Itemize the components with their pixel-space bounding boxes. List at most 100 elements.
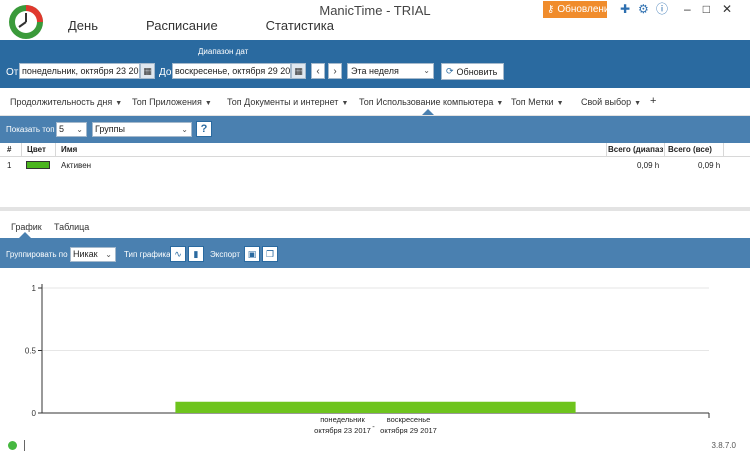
bar [175,401,576,413]
export-label: Экспорт [210,250,241,259]
date-range-bar: Диапазон дат От понедельник, октября 23 … [0,40,750,88]
refresh-button[interactable]: ⟳ Обновить [441,63,504,80]
chevron-down-icon: ⌄ [423,66,430,75]
status-separator [24,440,25,451]
report-toolbar: Показать топ 5 ⌄ Группы ⌄ ? [0,116,750,143]
chevron-down-icon: ⌄ [181,125,188,134]
group-by-select[interactable]: Никак ⌄ [70,247,116,262]
caret-down-icon: ▼ [204,100,212,107]
row-total-all: 0,09 h [698,161,721,170]
chevron-right-icon: › [333,65,337,77]
tab-label: Свой выбор [581,97,632,107]
line-chart-icon[interactable]: ∿ [170,246,186,262]
group-by-value: Никак [73,249,98,259]
previous-range-button[interactable]: ‹ [311,63,325,79]
tab-label: Продолжительность дня [10,97,113,107]
key-icon: ⚷ [547,4,555,15]
help-button[interactable]: ? [196,121,212,137]
caret-down-icon: ▼ [634,100,642,107]
date-range-label: Диапазон дат [198,47,249,56]
minimize-icon[interactable]: – [684,3,691,15]
tab-top-applications[interactable]: Топ Приложения ▼ [132,97,212,107]
y-tick-label: 0 [32,409,37,418]
tab-label: Топ Приложения [132,97,202,107]
caret-down-icon: ▼ [496,100,504,107]
period-select[interactable]: Эта неделя ⌄ [347,63,434,79]
tab-chart[interactable]: График [11,222,42,232]
next-range-button[interactable]: › [328,63,342,79]
from-calendar-icon[interactable]: ▦ [140,63,155,79]
col-header-color[interactable]: Цвет [27,145,46,154]
col-header-index[interactable]: # [7,145,11,154]
chart-type-label: Тип графика [124,250,171,259]
save-icon[interactable]: ▣ [244,246,260,262]
nav-item-schedule[interactable]: Расписание [146,18,218,33]
tab-top-documents[interactable]: Топ Документы и интернет ▼ [227,97,348,107]
table-row[interactable]: 1 Активен 0,09 h 0,09 h [0,157,750,175]
view-tabs: График Таблица [0,211,750,238]
col-header-name[interactable]: Имя [61,145,77,154]
row-color-swatch [26,161,50,169]
show-top-select[interactable]: 5 ⌄ [56,122,87,137]
update-button-label: Обновление [557,4,616,15]
close-icon[interactable]: ✕ [722,3,732,15]
chevron-down-icon: ⌄ [76,125,83,134]
tab-label: Топ Использование компьютера [359,97,494,107]
show-top-label: Показать топ [6,125,55,134]
row-total-range: 0,09 h [637,161,660,170]
title-bar: День Расписание Статистика ManicTime - T… [0,0,750,40]
chart-area: 1 0.5 0 понедельник октября 23 2017- воскресе… [0,268,750,436]
x-tick-label: воскресенье [387,415,431,424]
show-top-value: 5 [59,124,65,134]
plugin-icon[interactable]: ✚ [620,3,632,15]
y-tick-label: 1 [32,284,37,293]
row-index: 1 [7,161,12,170]
update-button[interactable]: ⚷ Обновление [543,1,615,18]
caret-down-icon: ▼ [115,100,123,107]
col-header-total-range[interactable]: Всего (диапазон) [608,145,663,154]
maximize-icon[interactable]: □ [703,3,710,15]
status-bar: 3.8.7.0 [0,436,750,455]
from-date-field[interactable]: понедельник, октября 23 2017 [19,63,140,79]
period-select-value: Эта неделя [351,66,399,76]
to-label: До [159,67,172,78]
results-table: # Цвет Имя Всего (диапазон) Всего (все) … [0,143,750,175]
tab-table[interactable]: Таблица [54,222,89,232]
status-indicator-icon[interactable] [8,441,17,450]
chevron-left-icon: ‹ [316,65,320,77]
active-tab-indicator [422,109,434,115]
y-tick-label: 0.5 [25,347,37,356]
tab-top-tags[interactable]: Топ Метки ▼ [511,97,564,107]
to-calendar-icon[interactable]: ▦ [291,63,306,79]
x-tick-label: октября 23 2017 [314,426,371,435]
group-select[interactable]: Группы ⌄ [92,122,192,137]
group-by-label: Группировать по [6,250,68,259]
x-tick-label: - [372,422,375,431]
gear-icon[interactable]: ⚙ [638,3,650,15]
tab-day-duration[interactable]: Продолжительность дня ▼ [10,97,122,107]
caret-down-icon: ▼ [556,100,564,107]
chart-toolbar: Группировать по Никак ⌄ Тип графика ∿ ▮ … [0,238,750,268]
refresh-button-label: Обновить [456,66,498,77]
tab-top-computer-usage[interactable]: Топ Использование компьютера ▼ [359,97,503,107]
report-tabs: Продолжительность дня ▼ Топ Приложения ▼ Т… [0,88,750,116]
info-icon[interactable]: ⓘ [656,3,668,15]
window-controls: – □ ✕ [684,3,732,15]
caret-down-icon: ▼ [341,100,349,107]
bar-chart-icon[interactable]: ▮ [188,246,204,262]
tab-label: Топ Метки [511,97,554,107]
table-header: # Цвет Имя Всего (диапазон) Всего (все) [0,143,750,157]
add-tab-icon[interactable]: + [650,95,656,107]
top-icons: ✚ ⚙ ⓘ [620,3,668,15]
to-date-field[interactable]: воскресенье, октября 29 2017 [172,63,291,79]
bar-chart: 1 0.5 0 понедельник октября 23 2017 - воскресе… [25,284,710,435]
nav-item-statistics[interactable]: Статистика [266,18,334,33]
group-select-value: Группы [95,124,125,134]
tab-custom[interactable]: Свой выбор ▼ [581,97,641,107]
col-header-total-all[interactable]: Всего (все) [668,145,712,154]
tab-label: Топ Документы и интернет [227,97,339,107]
version-label: 3.8.7.0 [711,441,736,450]
refresh-icon: ⟳ [446,66,454,76]
nav-item-day[interactable]: День [68,18,98,33]
copy-icon[interactable]: ❐ [262,246,278,262]
